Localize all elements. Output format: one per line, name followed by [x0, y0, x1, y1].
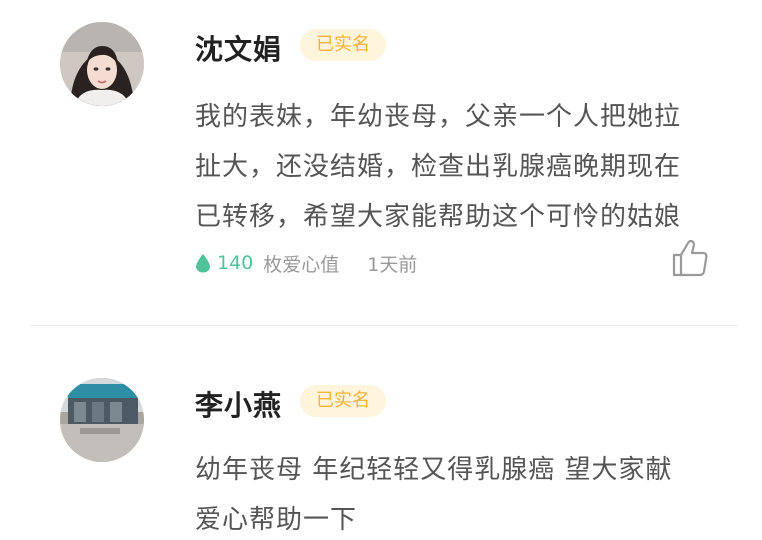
comment-list: 沈文娟 已实名 我的表妹，年幼丧母，父亲一个人把她拉 扯大，还没结婚，检查出乳腺… [0, 0, 762, 540]
comment-text: 幼年丧母 年纪轻轻又得乳腺癌 望大家献 爱心帮助一下 [195, 445, 715, 540]
user-name[interactable]: 李小燕 [195, 384, 282, 424]
avatar[interactable] [60, 378, 144, 462]
comment-item: 李小燕 已实名 幼年丧母 年纪轻轻又得乳腺癌 望大家献 爱心帮助一下 [0, 0, 762, 540]
comment-line: 幼年丧母 年纪轻轻又得乳腺癌 望大家献 [195, 455, 673, 485]
verified-badge: 已实名 [300, 385, 386, 417]
avatar-photo [60, 378, 144, 462]
comment-line: 爱心帮助一下 [195, 505, 358, 535]
